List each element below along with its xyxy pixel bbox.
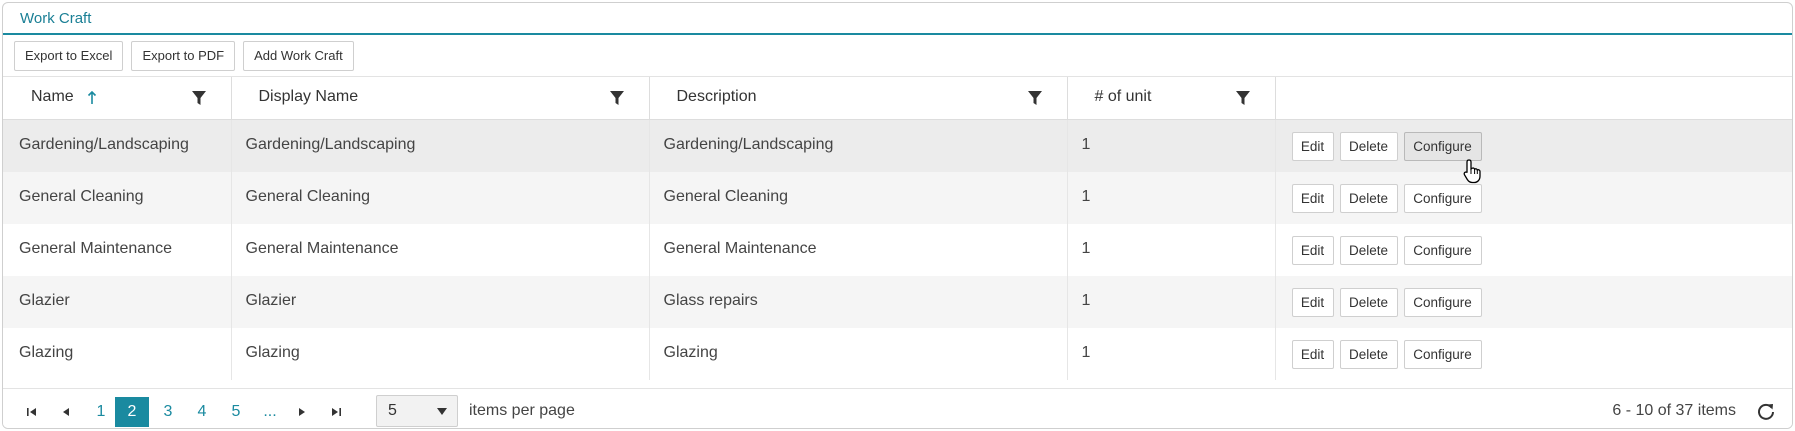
filter-icon[interactable] [1027, 89, 1043, 107]
cell-units: 1 [1081, 136, 1091, 153]
cell-display-name: Glazing [245, 344, 300, 361]
cell-units: 1 [1081, 344, 1091, 361]
export-excel-button[interactable]: Export to Excel [14, 40, 124, 71]
edit-button[interactable]: Edit [1291, 236, 1334, 265]
cell-description: Gardening/Landscaping [663, 136, 834, 153]
cell-description: Glass repairs [663, 292, 758, 309]
delete-button[interactable]: Delete [1339, 340, 1398, 369]
page-3[interactable]: 3 [158, 397, 178, 427]
column-label: Name [31, 88, 74, 105]
grid-toolbar: Export to Excel Export to PDF Add Work C… [3, 35, 1792, 77]
cell-description: Glazing [663, 344, 718, 361]
pager-summary: 6 - 10 of 37 items [1612, 402, 1736, 419]
page-2-current[interactable]: 2 [115, 397, 149, 427]
cell-units: 1 [1081, 240, 1091, 257]
cell-name: General Maintenance [19, 240, 172, 257]
cell-units: 1 [1081, 188, 1091, 205]
edit-button[interactable]: Edit [1291, 132, 1334, 161]
export-pdf-button[interactable]: Export to PDF [131, 40, 236, 71]
cell-description: General Cleaning [663, 188, 789, 205]
cell-display-name: Glazier [245, 292, 297, 309]
pager: 1 2 3 4 5 ... 5 items per page 6 - 10 of… [3, 388, 1792, 428]
table-row[interactable]: Glazing Glazing Glazing 1 Edit Delete Co… [3, 328, 1792, 380]
first-page-icon[interactable] [25, 405, 39, 419]
filter-icon[interactable] [609, 89, 625, 107]
column-header-actions [1275, 77, 1792, 120]
cell-name: General Cleaning [19, 188, 144, 205]
sort-ascending-icon [87, 91, 97, 104]
page-ellipsis[interactable]: ... [258, 397, 282, 427]
table-row[interactable]: General Cleaning General Cleaning Genera… [3, 172, 1792, 224]
table-row[interactable]: Glazier Glazier Glass repairs 1 Edit Del… [3, 276, 1792, 328]
cell-name: Glazier [19, 292, 70, 309]
column-label: Description [676, 88, 757, 105]
chevron-down-icon [437, 408, 447, 415]
add-work-craft-button[interactable]: Add Work Craft [243, 40, 354, 71]
column-label: Display Name [258, 88, 359, 105]
delete-button[interactable]: Delete [1339, 132, 1398, 161]
column-header-name[interactable]: Name [3, 77, 232, 120]
cell-display-name: General Maintenance [245, 240, 399, 257]
table-row[interactable]: General Maintenance General Maintenance … [3, 224, 1792, 276]
cell-display-name: General Cleaning [245, 188, 371, 205]
refresh-icon[interactable] [1756, 401, 1776, 421]
configure-button[interactable]: Configure [1403, 184, 1482, 213]
cell-units: 1 [1081, 292, 1091, 309]
cell-name: Glazing [19, 344, 74, 361]
page-5[interactable]: 5 [226, 397, 246, 427]
hand-cursor-icon [1463, 159, 1481, 184]
table-row[interactable]: Gardening/Landscaping Gardening/Landscap… [3, 119, 1792, 172]
delete-button[interactable]: Delete [1339, 288, 1398, 317]
filter-icon[interactable] [1235, 89, 1251, 107]
column-label: # of unit [1094, 88, 1152, 105]
work-craft-grid: Name Display Name Description # of unit [3, 77, 1792, 380]
work-craft-panel: Work Craft Export to Excel Export to PDF… [2, 2, 1793, 429]
edit-button[interactable]: Edit [1291, 288, 1334, 317]
page-size-dropdown[interactable]: 5 [376, 395, 458, 427]
column-header-units[interactable]: # of unit [1067, 77, 1276, 120]
cell-name: Gardening/Landscaping [19, 136, 189, 153]
page-1[interactable]: 1 [91, 397, 111, 427]
configure-button[interactable]: Configure [1403, 288, 1482, 317]
edit-button[interactable]: Edit [1291, 184, 1334, 213]
delete-button[interactable]: Delete [1339, 184, 1398, 213]
cell-display-name: Gardening/Landscaping [245, 136, 416, 153]
panel-title: Work Craft [3, 3, 1792, 35]
configure-button[interactable]: Configure [1403, 236, 1482, 265]
page-size-value: 5 [388, 402, 397, 419]
delete-button[interactable]: Delete [1339, 236, 1398, 265]
column-header-description[interactable]: Description [649, 77, 1068, 120]
last-page-icon[interactable] [329, 405, 343, 419]
configure-button[interactable]: Configure [1403, 340, 1482, 369]
filter-icon[interactable] [191, 89, 207, 107]
items-per-page-label: items per page [469, 402, 575, 419]
cell-description: General Maintenance [663, 240, 817, 257]
column-header-display-name[interactable]: Display Name [231, 77, 650, 120]
edit-button[interactable]: Edit [1291, 340, 1334, 369]
next-page-icon[interactable] [295, 405, 309, 419]
previous-page-icon[interactable] [59, 405, 73, 419]
configure-button[interactable]: Configure [1403, 132, 1482, 161]
page-4[interactable]: 4 [192, 397, 212, 427]
